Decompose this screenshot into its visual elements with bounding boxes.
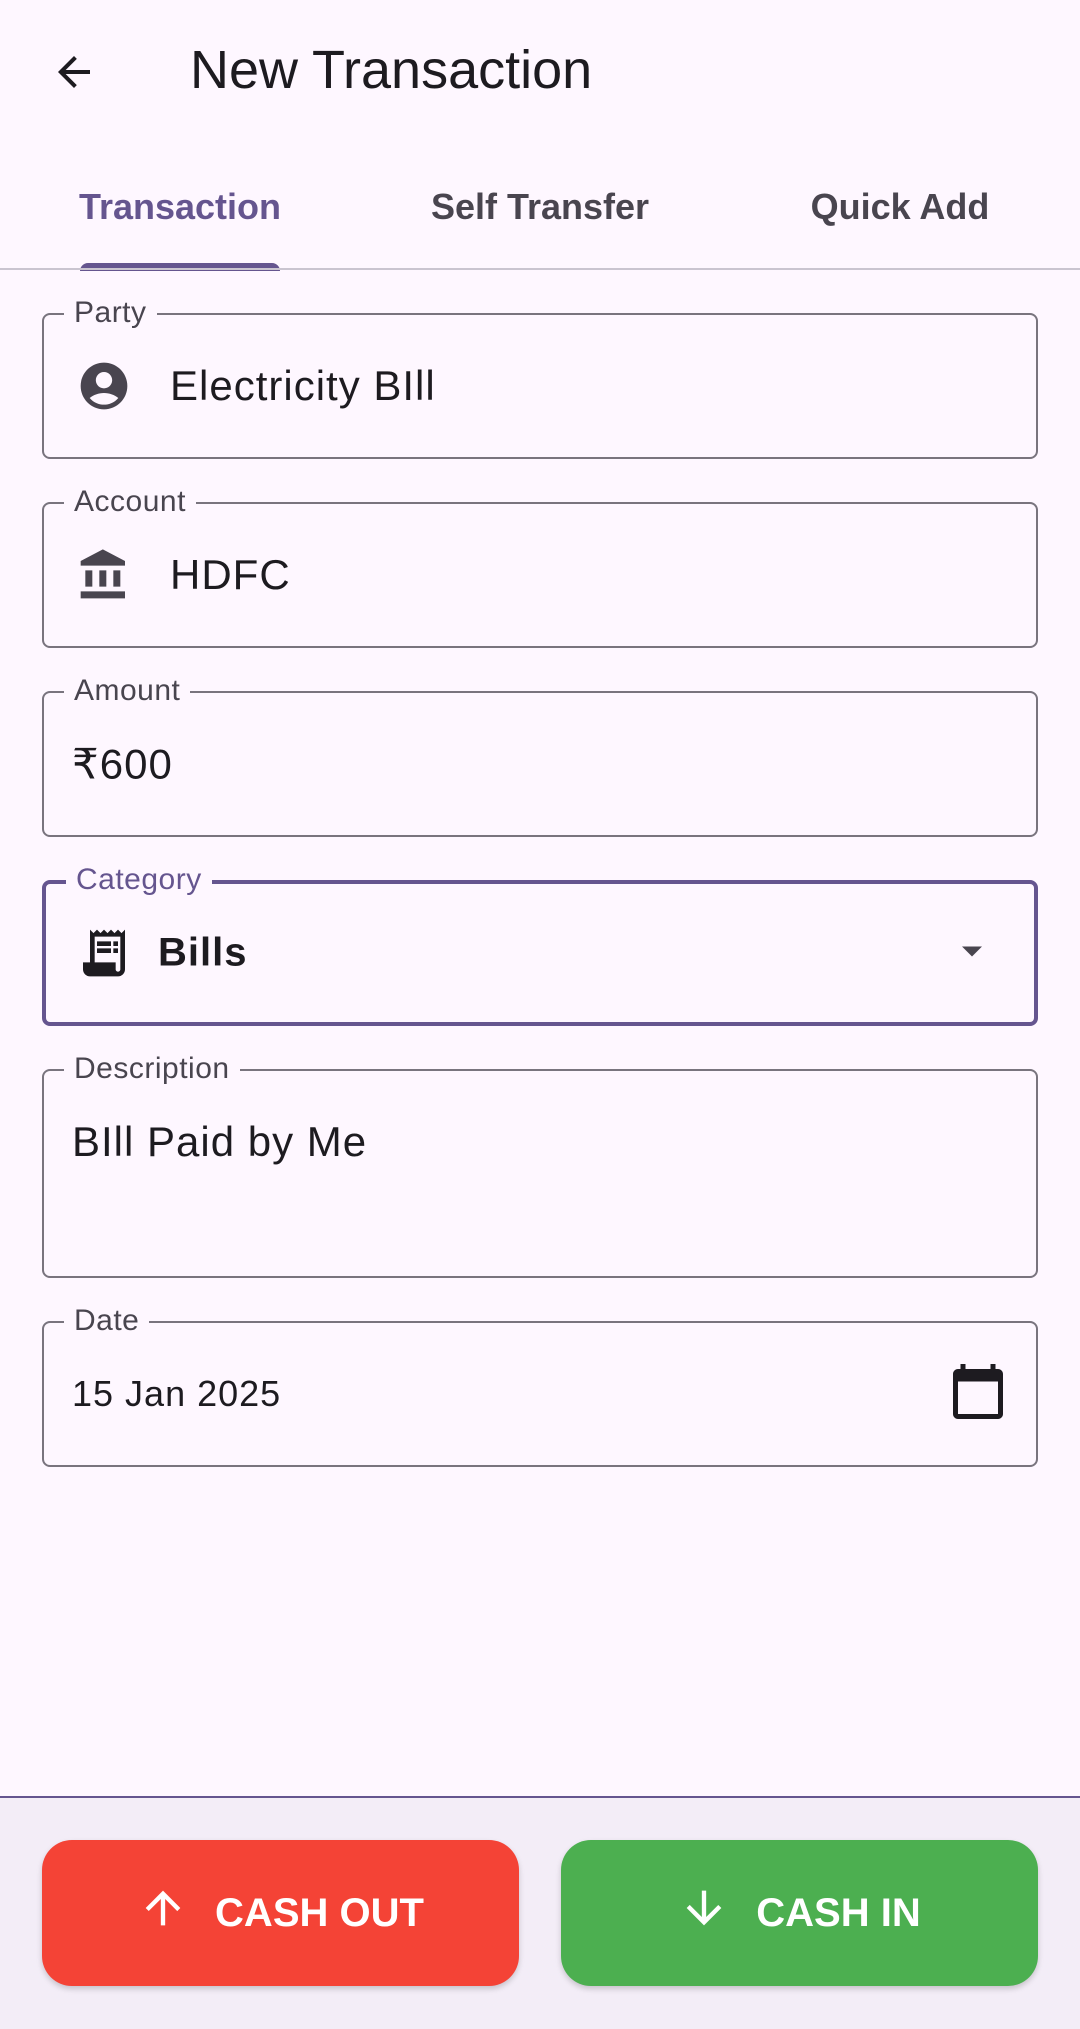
app-bar: New Transaction (0, 0, 1080, 140)
category-label: Category (66, 860, 212, 900)
amount-field[interactable]: Amount ₹600 (42, 671, 1038, 837)
account-circle-icon (76, 358, 132, 414)
arrow-upward-icon (137, 1882, 189, 1944)
category-value: Bills (158, 930, 248, 975)
tab-self-transfer[interactable]: Self Transfer (360, 160, 720, 270)
cash-in-button[interactable]: CASH IN (561, 1840, 1038, 1986)
cash-out-button[interactable]: CASH OUT (42, 1840, 519, 1986)
tab-quick-add[interactable]: Quick Add (720, 160, 1080, 270)
back-button[interactable] (30, 30, 118, 118)
tab-bar: Transaction Self Transfer Quick Add (0, 160, 1080, 270)
date-value: 15 Jan 2025 (72, 1373, 282, 1414)
tab-divider (0, 268, 1080, 270)
date-label: Date (64, 1301, 150, 1341)
receipt-icon (76, 925, 132, 981)
amount-label: Amount (64, 671, 191, 711)
party-field[interactable]: Party Electricity BIll (42, 293, 1038, 459)
bank-icon (76, 547, 132, 603)
party-value: Electricity BIll (170, 362, 436, 409)
description-field[interactable]: Description BIll Paid by Me (42, 1049, 1038, 1278)
description-label: Description (64, 1049, 240, 1089)
cash-in-label: CASH IN (756, 1890, 921, 1935)
account-value: HDFC (170, 551, 291, 598)
arrow-drop-down-icon (948, 927, 996, 980)
calendar-icon[interactable] (948, 1362, 1008, 1427)
arrow-back-icon (50, 48, 98, 101)
account-field[interactable]: Account HDFC (42, 482, 1038, 648)
account-label: Account (64, 482, 196, 522)
cash-out-label: CASH OUT (215, 1890, 424, 1935)
date-field[interactable]: Date 15 Jan 2025 (42, 1301, 1038, 1467)
category-dropdown[interactable]: Category Bills (42, 860, 1038, 1026)
tab-transaction[interactable]: Transaction (0, 160, 360, 270)
amount-value: ₹600 (72, 740, 173, 788)
party-label: Party (64, 293, 157, 333)
page-title: New Transaction (190, 40, 593, 100)
arrow-downward-icon (678, 1882, 730, 1944)
description-value: BIll Paid by Me (72, 1118, 368, 1165)
